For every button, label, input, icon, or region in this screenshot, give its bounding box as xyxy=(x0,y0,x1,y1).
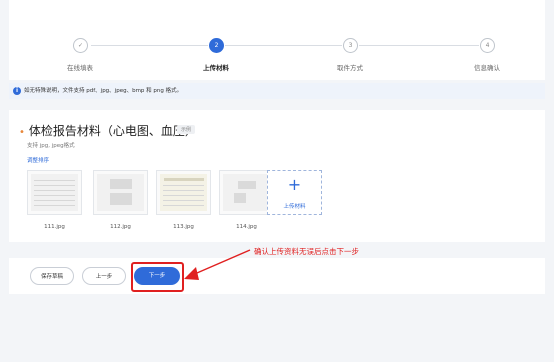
materials-section: • 体检报告材料（心电图、血压） 示例 支持 jpg, jpeg格式 调整排序 1… xyxy=(9,110,545,242)
step-connector xyxy=(225,45,342,46)
step-4-indicator: 4 xyxy=(480,38,495,53)
step-connector xyxy=(359,45,479,46)
step-2-indicator: 2 xyxy=(209,38,224,53)
annotation-text: 确认上传资料无误后点击下一步 xyxy=(254,247,359,256)
progress-steps: ✓ 在线填表 2 上传材料 3 取件方式 4 信息确认 xyxy=(9,0,545,80)
file-name: 111.jpg xyxy=(44,224,65,230)
step-connector xyxy=(91,45,208,46)
reorder-link[interactable]: 调整排序 xyxy=(27,156,49,164)
materials-title-text: 体检报告材料（心电图、血压） xyxy=(28,124,197,138)
document-preview xyxy=(223,174,270,211)
required-dot-icon: • xyxy=(19,127,25,138)
file-name: 113.jpg xyxy=(173,224,194,230)
plus-icon: + xyxy=(287,175,302,194)
file-thumbnail[interactable] xyxy=(93,170,148,215)
file-name: 112.jpg xyxy=(110,224,131,230)
file-thumbnail[interactable] xyxy=(156,170,211,215)
info-icon: i xyxy=(13,87,21,95)
file-thumbnail[interactable] xyxy=(219,170,274,215)
previous-step-button[interactable]: 上一步 xyxy=(82,267,126,285)
step-4-label: 信息确认 xyxy=(474,64,500,72)
step-1-done-icon: ✓ xyxy=(73,38,88,53)
save-draft-button[interactable]: 保存草稿 xyxy=(30,267,74,285)
format-notice: i 如无特殊说明，文件支持 pdf、jpg、jpeg、bmp 和 png 格式。 xyxy=(9,83,545,99)
notice-text: 如无特殊说明，文件支持 pdf、jpg、jpeg、bmp 和 png 格式。 xyxy=(24,88,183,94)
upload-material-button[interactable]: + 上传材料 xyxy=(267,170,322,215)
next-button-highlight xyxy=(131,262,184,292)
materials-title: • 体检报告材料（心电图、血压） xyxy=(19,122,197,139)
file-name: 114.jpg xyxy=(236,224,257,230)
step-3-indicator: 3 xyxy=(343,38,358,53)
example-badge[interactable]: 示例 xyxy=(177,125,196,134)
file-thumbnail[interactable] xyxy=(27,170,82,215)
supported-formats: 支持 jpg, jpeg格式 xyxy=(27,143,75,149)
step-1-label: 在线填表 xyxy=(67,64,93,72)
step-3-label: 取件方式 xyxy=(337,64,363,72)
step-2-label: 上传材料 xyxy=(203,64,229,72)
upload-label: 上传材料 xyxy=(283,204,306,210)
